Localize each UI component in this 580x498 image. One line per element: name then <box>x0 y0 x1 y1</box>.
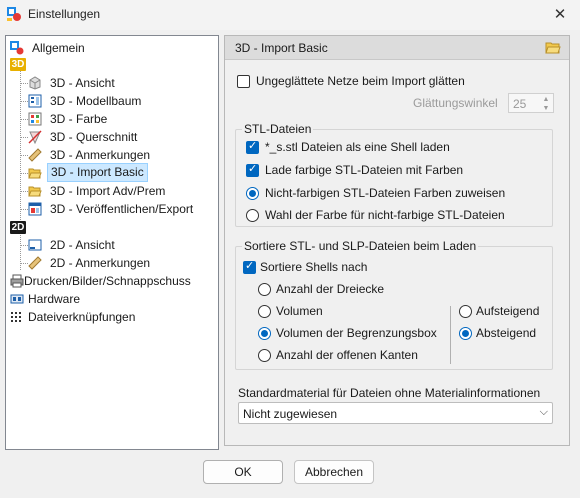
criterion-label: Anzahl der offenen Kanten <box>276 348 418 362</box>
tag-2d: 2D <box>10 221 26 234</box>
material-label: Standardmaterial für Dateien ohne Materi… <box>238 386 541 400</box>
folder-open-icon <box>28 168 42 179</box>
criterion-label: Anzahl der Dreiecke <box>276 282 385 296</box>
single-shell-checkbox[interactable] <box>246 139 259 154</box>
material-select-value: Nicht zugewiesen <box>243 407 338 421</box>
choose-color-radio[interactable] <box>246 209 259 222</box>
title-bar: Einstellungen ✕ <box>0 0 580 30</box>
tree-item-label: 3D - Querschnitt <box>50 130 138 144</box>
smooth-meshes-checkbox[interactable] <box>237 75 250 88</box>
general-settings-icon <box>10 41 24 55</box>
tree-item-label: 3D - Farbe <box>50 112 108 126</box>
tree-item-label: Drucken/Bilder/Schnappschuss <box>24 274 191 288</box>
criterion-label: Volumen <box>276 304 323 318</box>
smoothing-angle-value: 25 <box>513 97 527 111</box>
tree-item-label: 2D - Ansicht <box>50 238 115 252</box>
settings-app-icon <box>7 7 21 21</box>
ok-button[interactable]: OK <box>203 460 283 484</box>
ruler-icon <box>28 148 42 162</box>
tag-3d: 3D <box>10 58 26 71</box>
publish-icon <box>28 202 42 216</box>
tree-connector <box>20 66 21 240</box>
smoothing-angle-stepper[interactable]: 25 ▲ ▼ <box>508 93 554 113</box>
choose-color-label: Wahl der Farbe für nicht-farbige STL-Dat… <box>265 208 505 222</box>
panel-title: 3D - Import Basic <box>235 41 328 55</box>
close-button[interactable]: ✕ <box>550 5 570 25</box>
panel-header: 3D - Import Basic <box>225 36 569 60</box>
order-label: Aufsteigend <box>476 304 540 318</box>
tree-item-label: 3D - Ansicht <box>50 76 115 90</box>
palette-icon <box>28 112 42 126</box>
window-title: Einstellungen <box>28 7 101 21</box>
tree-item-label: 2D - Anmerkungen <box>50 256 151 270</box>
tree-item-label: Hardware <box>28 292 81 306</box>
criterion-bbox-volume-radio[interactable] <box>258 327 271 340</box>
hardware-icon <box>10 294 24 304</box>
material-select[interactable]: Nicht zugewiesen ⌵ <box>238 402 553 424</box>
tree-item-label: 3D - Veröffentlichen/Export <box>50 202 194 216</box>
criterion-volume-radio[interactable] <box>258 305 271 318</box>
sheet-icon <box>28 239 42 251</box>
tree-item-label: 3D - Import Basic <box>47 163 148 182</box>
tree-item-label: 3D - Anmerkungen <box>50 148 151 162</box>
sort-shells-checkbox[interactable] <box>243 259 256 274</box>
order-descending-radio[interactable] <box>459 327 472 340</box>
cross-section-icon <box>28 130 42 144</box>
criterion-triangles-radio[interactable] <box>258 283 271 296</box>
sort-shells-label: Sortiere Shells nach <box>260 260 368 274</box>
stl-group-title: STL-Dateien <box>242 122 314 136</box>
criterion-label: Volumen der Begrenzungsbox <box>276 326 437 340</box>
spin-up-icon[interactable]: ▲ <box>541 95 551 104</box>
folder-open-icon <box>28 186 42 197</box>
assign-colors-radio[interactable] <box>246 187 259 200</box>
load-colored-checkbox[interactable] <box>246 162 259 177</box>
single-shell-label: *_s.stl Dateien als eine Shell laden <box>265 140 450 154</box>
tree-item-label: 3D - Import Adv/Prem <box>50 184 166 198</box>
model-tree-icon <box>28 94 42 108</box>
tree-item-label: Allgemein <box>32 41 85 55</box>
ruler-icon <box>28 256 42 270</box>
order-divider <box>450 306 451 364</box>
load-colored-label: Lade farbige STL-Dateien mit Farben <box>265 163 464 177</box>
smooth-meshes-label: Ungeglättete Netze beim Import glätten <box>256 74 465 88</box>
printer-icon <box>10 274 24 288</box>
assign-colors-label: Nicht-farbigen STL-Dateien Farben zuweis… <box>265 186 506 200</box>
settings-tree[interactable]: Allgemein 3D 3D - Ansicht 3D - Modellbau… <box>5 35 219 450</box>
spin-down-icon[interactable]: ▼ <box>541 104 551 113</box>
tree-item-label: Dateiverknüpfungen <box>28 310 136 324</box>
folder-open-icon[interactable] <box>545 40 561 56</box>
order-label: Absteigend <box>476 326 537 340</box>
cancel-button[interactable]: Abbrechen <box>294 460 374 484</box>
tree-connector <box>20 230 21 270</box>
sort-group-title: Sortiere STL- und SLP-Dateien beim Laden <box>242 239 479 253</box>
cube-icon <box>29 76 41 90</box>
file-association-icon <box>11 312 21 322</box>
chevron-down-icon: ⌵ <box>539 406 548 418</box>
tree-item-label: 3D - Modellbaum <box>50 94 142 108</box>
order-ascending-radio[interactable] <box>459 305 472 318</box>
criterion-open-edges-radio[interactable] <box>258 349 271 362</box>
smoothing-angle-label: Glättungswinkel <box>413 96 498 110</box>
